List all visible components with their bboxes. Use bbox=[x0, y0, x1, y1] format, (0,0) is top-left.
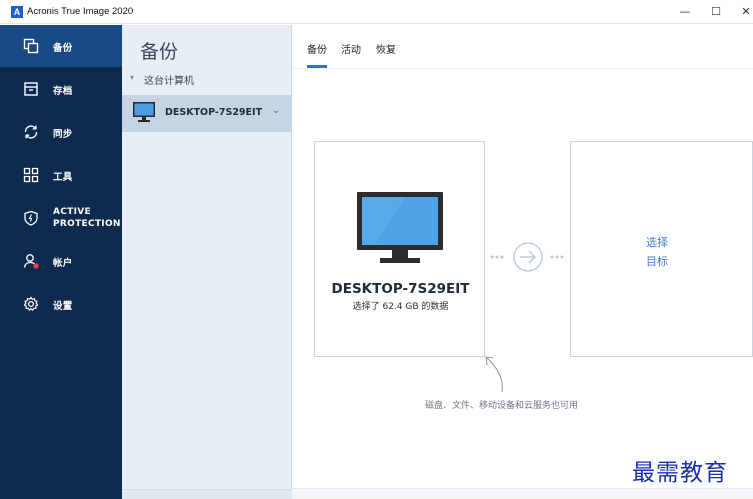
watermark: 最需教育 bbox=[632, 460, 728, 486]
caret-down-icon: ▾ bbox=[130, 73, 135, 82]
backup-item-desktop[interactable]: DESKTOP-7S29EIT ⌄ bbox=[122, 95, 292, 132]
sidebar-item-label-line2: PROTECTION bbox=[53, 219, 121, 229]
tab-activity[interactable]: 活动 bbox=[341, 41, 361, 56]
source-data-size: 选择了 62.4 GB 的数据 bbox=[352, 302, 449, 312]
sidebar-item-sync[interactable]: 同步 bbox=[0, 111, 122, 153]
backup-group-header[interactable]: ▾ 这台计算机 bbox=[122, 70, 292, 88]
hint-text: 磁盘、文件、移动设备和云服务也可用 bbox=[425, 401, 579, 411]
sync-icon bbox=[24, 125, 38, 139]
backup-group-label: 这台计算机 bbox=[144, 76, 194, 87]
panel-bottom-bar bbox=[122, 489, 292, 499]
monitor-icon bbox=[133, 102, 155, 122]
tab-backup[interactable]: 备份 bbox=[307, 41, 327, 56]
shield-icon bbox=[24, 210, 38, 226]
backup-source-box[interactable]: DESKTOP-7S29EIT 选择了 62.4 GB 的数据 bbox=[314, 141, 485, 357]
sidebar-item-account[interactable]: 帐户 bbox=[0, 240, 122, 282]
app-logo-icon: A bbox=[11, 6, 23, 18]
backup-list-panel: 备份 ▾ 这台计算机 DESKTOP-7S29EIT ⌄ bbox=[122, 25, 292, 499]
sidebar-item-settings[interactable]: 设置 bbox=[0, 283, 122, 325]
sidebar-item-label: 备份 bbox=[53, 43, 73, 54]
backup-item-label: DESKTOP-7S29EIT bbox=[165, 107, 263, 118]
window-title: Acronis True Image 2020 bbox=[27, 6, 134, 17]
gear-icon bbox=[23, 296, 39, 311]
close-button[interactable]: ✕ bbox=[732, 4, 753, 20]
backup-destination-box[interactable]: 选择 目标 bbox=[570, 141, 753, 357]
curved-arrow-icon bbox=[485, 356, 503, 393]
sidebar-item-label: 帐户 bbox=[53, 258, 73, 269]
sidebar-item-tools[interactable]: 工具 bbox=[0, 154, 122, 196]
arrow-right-icon bbox=[490, 242, 564, 272]
chevron-down-icon[interactable]: ⌄ bbox=[272, 105, 280, 116]
select-destination-line2: 目标 bbox=[646, 255, 668, 268]
sidebar-item-label-line1: ACTIVE bbox=[53, 207, 91, 217]
archive-icon bbox=[24, 82, 38, 96]
backup-icon bbox=[23, 38, 39, 54]
backup-list-title: 备份 bbox=[140, 41, 179, 63]
tab-divider bbox=[292, 68, 753, 69]
sidebar-item-archive[interactable]: 存档 bbox=[0, 68, 122, 110]
sidebar-nav: 备份 存档 同步 工具 ACTIVE PROTECTION 帐户 设置 bbox=[0, 25, 122, 499]
sidebar-item-label: 同步 bbox=[53, 129, 73, 140]
source-device-name: DESKTOP-7S29EIT bbox=[331, 281, 470, 297]
select-destination-line1: 选择 bbox=[646, 236, 668, 249]
sidebar-item-label: 工具 bbox=[53, 172, 73, 183]
tab-recovery[interactable]: 恢复 bbox=[376, 41, 396, 56]
maximize-button[interactable]: ☐ bbox=[702, 4, 730, 20]
desktop-monitor-icon bbox=[357, 192, 443, 263]
bottom-bar bbox=[292, 488, 753, 499]
minimize-button[interactable]: — bbox=[671, 4, 699, 20]
sidebar-item-backup[interactable]: 备份 bbox=[0, 25, 122, 67]
sidebar-item-active-protection[interactable]: ACTIVE PROTECTION bbox=[0, 197, 122, 239]
account-icon bbox=[23, 254, 39, 269]
title-bar: A Acronis True Image 2020 — ☐ ✕ bbox=[0, 0, 753, 24]
sidebar-item-label: 存档 bbox=[53, 86, 73, 97]
sidebar-item-label: ACTIVE PROTECTION bbox=[53, 206, 121, 230]
sidebar-item-label: 设置 bbox=[53, 301, 73, 312]
tools-grid-icon bbox=[23, 167, 39, 183]
